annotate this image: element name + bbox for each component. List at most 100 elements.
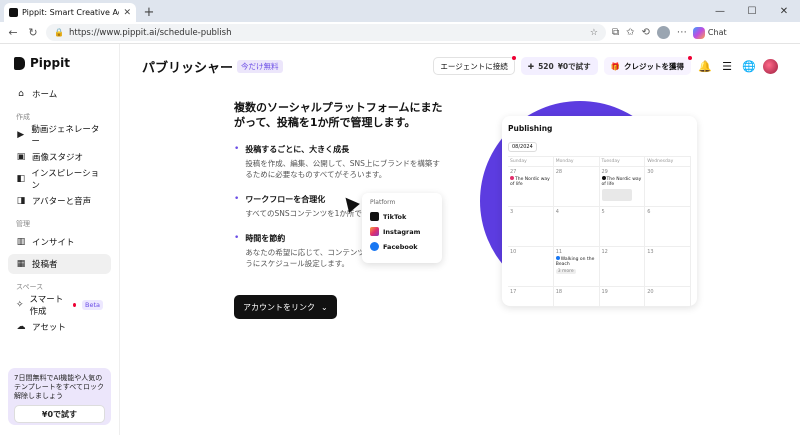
calendar-event: The Nordic way of life [601, 176, 643, 187]
back-icon[interactable]: ← [6, 26, 20, 39]
sidebar-item-insights[interactable]: ▥ インサイト [8, 232, 111, 252]
user-avatar[interactable] [763, 58, 778, 74]
sidebar-item-label: 動画ジェネレーター [31, 125, 100, 147]
day-number: 5 [601, 209, 605, 215]
promo-try-button[interactable]: ¥0で試す [14, 405, 105, 423]
sidebar-item-label: 投稿者 [32, 260, 58, 270]
app: Pippit ⌂ ホーム 作成 ▶ 動画ジェネレーター ▣ 画像スタジオ ◧ イ… [0, 44, 800, 435]
main-content: パブリッシャー 今だけ無料 エージェントに接続 ✚ 520 ¥0で試す 🎁 クレ… [120, 44, 800, 435]
window-controls: — ☐ ✕ [704, 0, 800, 22]
favorites-icon[interactable]: ✩ [626, 27, 634, 38]
bullet-icon: • [234, 233, 240, 243]
platform-title: Platform [370, 199, 396, 206]
lock-icon: 🔒 [54, 28, 64, 37]
instagram-icon [370, 227, 379, 236]
weekday-header: Tuesday [599, 157, 646, 167]
free-badge: 今だけ無料 [237, 59, 283, 73]
home-icon: ⌂ [18, 89, 24, 99]
platform-label: Instagram [383, 227, 421, 236]
promo-text: 7日間無料でAI機能や人気のテンプレートをすべてロック解除しましょう [14, 374, 105, 400]
logo[interactable]: Pippit [14, 56, 111, 70]
event-title: The Nordic way of life [601, 177, 642, 187]
day-number: 28 [555, 169, 563, 175]
event-title: Walking on the Beach [555, 257, 595, 267]
favorite-star-icon[interactable]: ☆ [590, 28, 598, 38]
sidebar-item-label: アバターと音声 [32, 197, 92, 207]
link-account-label: アカウントをリンク [243, 302, 315, 312]
sidebar-item-inspiration[interactable]: ◧ インスピレーション [8, 169, 111, 191]
close-window-icon[interactable]: ✕ [768, 0, 800, 22]
platform-label: TikTok [383, 212, 407, 221]
minimize-icon[interactable]: — [704, 0, 736, 22]
url-field[interactable]: 🔒 https://www.pippit.ai/schedule-publish… [46, 24, 606, 41]
address-bar-row: ← ↻ 🔒 https://www.pippit.ai/schedule-pub… [0, 22, 800, 44]
platform-popover: Platform TikTok Instagram Facebook [362, 193, 442, 263]
event-dot [601, 176, 606, 180]
calendar-day: 30 [645, 167, 691, 207]
platform-option-facebook: Facebook [370, 239, 434, 254]
get-credits-button[interactable]: 🎁 クレジットを獲得 [603, 56, 692, 75]
calendar-title: Publishing [508, 124, 553, 133]
language-icon[interactable]: 🌐 [741, 58, 757, 74]
close-tab-icon[interactable]: ✕ [123, 8, 131, 18]
profile-avatar[interactable] [656, 26, 670, 39]
more-events-chip: 3 more [555, 269, 576, 274]
day-number: 11 [555, 249, 563, 255]
maximize-icon[interactable]: ☐ [736, 0, 768, 22]
tiktok-icon [370, 212, 379, 221]
day-number: 6 [647, 209, 651, 215]
platform-label: Facebook [383, 242, 418, 251]
refresh-icon[interactable]: ↻ [26, 26, 40, 39]
calendar-day: 10 [508, 247, 554, 287]
sidebar-item-publisher[interactable]: ▦ 投稿者 [8, 254, 111, 274]
weekday-header: Monday [553, 157, 600, 167]
day-number: 13 [647, 249, 654, 255]
calendar-day: 6 [645, 207, 691, 247]
extension-icons: ⧉ ✩ ⟲ ⋯ [612, 26, 687, 39]
copilot-button[interactable]: Chat [692, 26, 727, 39]
more-icon[interactable]: ⋯ [677, 27, 687, 38]
calendar-day: 27 The Nordic way of life [508, 167, 554, 207]
sidebar-item-avatar-voice[interactable]: ◨ アバターと音声 [8, 191, 111, 211]
agent-connect-label: エージェントに接続 [440, 61, 508, 71]
sidebar-item-smart-create[interactable]: ✧ スマート作成 Beta [8, 295, 111, 317]
avatar-voice-icon: ◨ [16, 196, 26, 206]
inbox-icon[interactable]: ☰ [719, 58, 735, 74]
extension-icon[interactable]: ⧉ [612, 27, 619, 38]
sidebar: Pippit ⌂ ホーム 作成 ▶ 動画ジェネレーター ▣ 画像スタジオ ◧ イ… [0, 44, 120, 435]
sidebar-item-asset[interactable]: ☁ アセット [8, 317, 111, 337]
notification-dot [73, 303, 76, 307]
pippit-logo-icon [14, 56, 25, 70]
calendar-day: 4 [553, 207, 600, 247]
section-create: 作成 [16, 113, 30, 121]
day-number: 10 [510, 249, 517, 255]
tab-title: Pippit: Smart Creative Agent for Sc [22, 8, 119, 17]
day-number: 3 [510, 209, 514, 215]
platform-option-tiktok: TikTok [370, 209, 434, 224]
calendar-day: 3 [508, 207, 554, 247]
credits-button[interactable]: ✚ 520 ¥0で試す [520, 57, 598, 75]
bell-icon[interactable]: 🔔 [697, 58, 713, 74]
headline: 複数のソーシャルプラットフォームにまたがって、投稿を1か所で管理します。 [234, 101, 443, 129]
day-number: 30 [647, 169, 654, 175]
sidebar-item-home[interactable]: ⌂ ホーム [8, 84, 111, 104]
sidebar-item-image-studio[interactable]: ▣ 画像スタジオ [8, 147, 111, 167]
feature-item: • 投稿するごとに、大きく成長 投稿を作成、編集、公開して、SNS上にブランドを… [234, 144, 444, 180]
weekday-header: Wednesday [645, 157, 691, 167]
day-number: 18 [555, 289, 563, 295]
new-tab-button[interactable]: + [140, 3, 158, 21]
cloud-icon: ☁ [16, 322, 26, 332]
calendar-day: 18 [553, 287, 600, 307]
browser-tab[interactable]: Pippit: Smart Creative Agent for Sc ✕ [4, 3, 136, 22]
sidebar-item-video-generator[interactable]: ▶ 動画ジェネレーター [8, 125, 111, 147]
day-number: 29 [601, 169, 608, 175]
day-number: 19 [601, 289, 608, 295]
sidebar-item-label: インサイト [32, 238, 75, 248]
day-number: 12 [601, 249, 608, 255]
history-icon[interactable]: ⟲ [642, 27, 650, 38]
calendar-day: 28 [553, 167, 600, 207]
calendar-day: 11 Walking on the Beach 3 more [553, 247, 600, 287]
agent-connect-button[interactable]: エージェントに接続 [433, 56, 516, 75]
credits-count: 520 [538, 61, 554, 71]
link-account-button[interactable]: アカウントをリンク ⌄ [234, 295, 337, 319]
